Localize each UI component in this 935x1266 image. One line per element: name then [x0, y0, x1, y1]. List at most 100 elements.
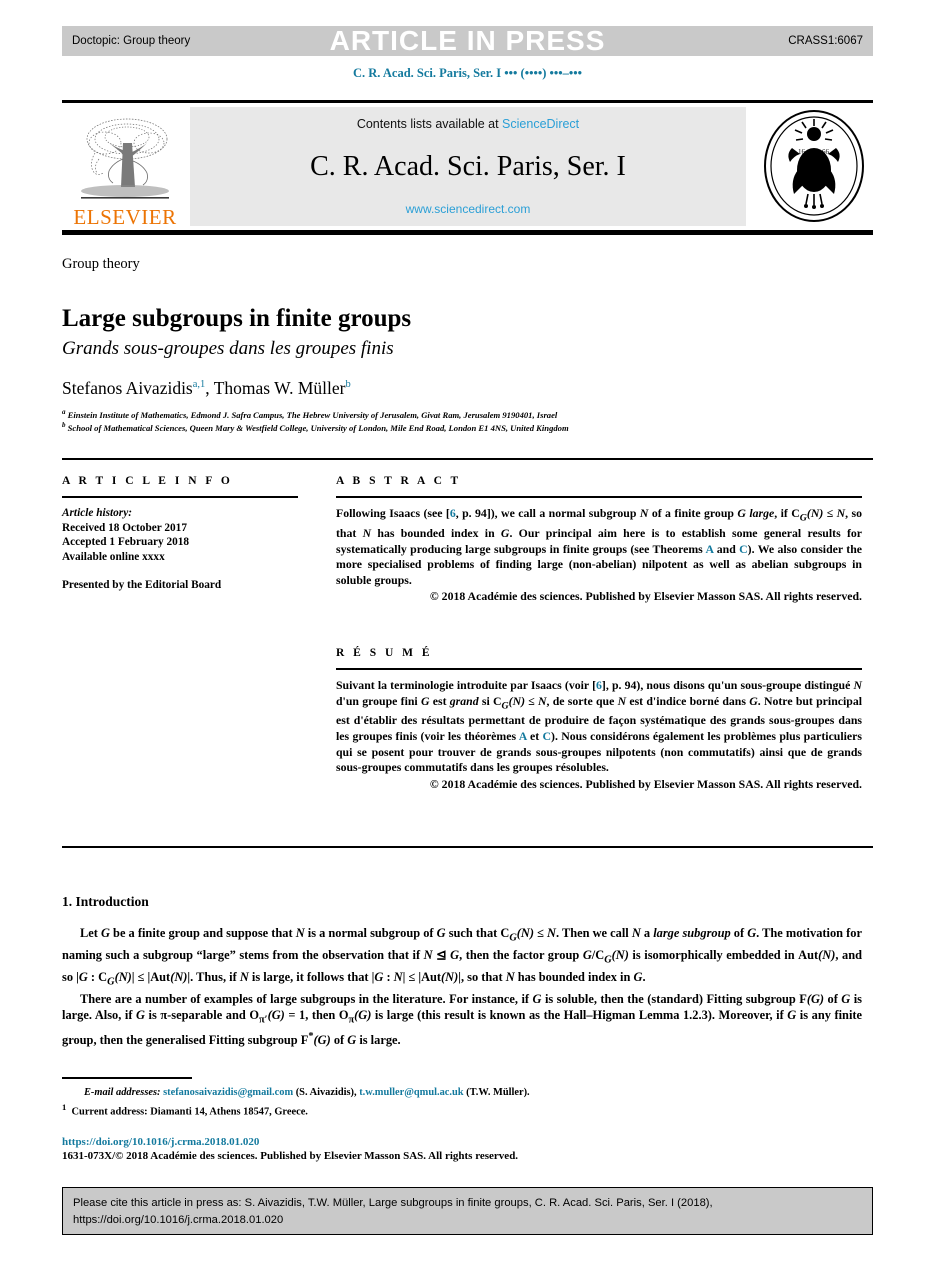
- resume-term-grand: grand: [449, 693, 479, 708]
- email-owner-2: (T.W. Müller).: [463, 1087, 530, 1098]
- journal-title: C. R. Acad. Sci. Paris, Ser. I: [310, 150, 626, 182]
- resume-frag-3: d'un groupe fini: [336, 693, 421, 708]
- article-page: Doctopic: Group theory ARTICLE IN PRESS …: [0, 0, 935, 1266]
- author-marks-1: a,1: [192, 379, 206, 391]
- article-history-block: Article history: Received 18 October 201…: [62, 506, 298, 593]
- email-addresses-label: E-mail addresses:: [84, 1087, 161, 1098]
- received-date: Received 18 October 2017: [62, 521, 187, 534]
- abstract-sym-g1: G: [737, 506, 746, 520]
- cite-line-1: Please cite this article in press as: S.…: [73, 1197, 713, 1209]
- masthead-bottom-rule: [62, 230, 873, 235]
- resume-centralizer-1: CG(N) ≤ N: [493, 693, 547, 711]
- article-info-column: A R T I C L E I N F O Article history: R…: [62, 475, 298, 593]
- introduction-body: Let G be a finite group and suppose that…: [62, 925, 862, 1048]
- issn-copyright-line: 1631-073X/© 2018 Académie des sciences. …: [62, 1150, 519, 1162]
- footnote-rule: [62, 1077, 192, 1079]
- abstract-rule: [336, 496, 862, 498]
- footnote-1: 1 Current address: Diamanti 14, Athens 1…: [62, 1100, 862, 1119]
- resume-block: R É S U M É Suivant la terminologie intr…: [336, 647, 862, 793]
- abstract-frag-2: , p. 94]), we call a normal subgroup: [455, 506, 640, 520]
- journal-masthead: ELSEVIER Contents lists available at Sci…: [62, 103, 873, 230]
- email-link-2[interactable]: t.w.muller@qmul.ac.uk: [359, 1087, 463, 1098]
- abstract-term-large: large: [749, 506, 775, 520]
- abstract-frag-5: , if: [774, 506, 792, 520]
- introduction-paragraph-2: There are a number of examples of large …: [62, 991, 863, 1048]
- article-in-press-banner: ARTICLE IN PRESS: [329, 25, 606, 56]
- abstract-centralizer-1: CG(N) ≤ N: [791, 506, 846, 524]
- abstract-sym-le: ≤: [823, 506, 837, 520]
- article-history-label: Article history:: [62, 507, 132, 519]
- resume-theoreme-a[interactable]: A: [519, 729, 527, 743]
- academie-seal: 16 66: [755, 105, 873, 227]
- resume-frag-6: , de sorte que: [546, 693, 618, 708]
- resume-sym-c-sub: G: [501, 699, 509, 711]
- doi-link[interactable]: https://doi.org/10.1016/j.crma.2018.01.0…: [62, 1136, 259, 1148]
- introduction-heading: 1. Introduction: [62, 894, 149, 909]
- info-block-top-rule: [62, 458, 873, 460]
- resume-sym-c: C: [493, 693, 502, 708]
- contents-available-line: Contents lists available at ScienceDirec…: [357, 117, 579, 131]
- author-marks-2: b: [345, 379, 351, 391]
- abstract-column: A B S T R A C T Following Isaacs (see [6…: [336, 475, 862, 792]
- article-info-rule: [62, 496, 298, 498]
- author-name-1[interactable]: Stefanos Aivazidis: [62, 378, 193, 398]
- sciencedirect-link[interactable]: ScienceDirect: [502, 117, 579, 131]
- svg-text:16: 16: [798, 148, 806, 156]
- resume-sym-c-arg: (N): [508, 693, 526, 708]
- resume-sym-g2: G: [749, 693, 758, 708]
- elsevier-logo: ELSEVIER: [64, 105, 186, 228]
- resume-frag-4: est: [429, 693, 450, 708]
- elsevier-wordmark: ELSEVIER: [73, 205, 177, 229]
- contents-prefix: Contents lists available at: [356, 117, 503, 131]
- email-link-1[interactable]: stefanosaivazidis@gmail.com: [163, 1087, 293, 1098]
- resume-text: Suivant la terminologie introduite par I…: [336, 678, 862, 776]
- abstract-sym-n2: N: [836, 506, 846, 520]
- affiliation-text-b: School of Mathematical Sciences, Queen M…: [67, 422, 569, 433]
- elsevier-tree-icon: [81, 118, 169, 199]
- author-list: Stefanos Aivazidisa,1, Thomas W. Müllerb: [62, 378, 351, 399]
- abstract-sym-n3: N: [362, 525, 372, 540]
- sciencedirect-url[interactable]: www.sciencedirect.com: [406, 202, 531, 216]
- abstract-copyright: © 2018 Académie des sciences. Published …: [429, 589, 862, 604]
- introduction-paragraph-1: Let G be a finite group and suppose that…: [62, 926, 862, 988]
- abstract-heading: A B S T R A C T: [336, 475, 462, 487]
- journal-reference-line: C. R. Acad. Sci. Paris, Ser. I ••• (••••…: [353, 66, 582, 80]
- resume-copyright: © 2018 Académie des sciences. Published …: [429, 776, 862, 791]
- author-separator: ,: [205, 378, 214, 398]
- resume-frag-2: ], p. 94), nous disons qu'un sous-groupe…: [601, 677, 854, 692]
- cite-line-2[interactable]: https://doi.org/10.1016/j.crma.2018.01.0…: [73, 1212, 862, 1229]
- resume-sym-le: ≤: [525, 693, 539, 708]
- abstract-sym-c-sub: G: [799, 512, 807, 524]
- affiliation-a: a Einstein Institute of Mathematics, Edm…: [62, 408, 862, 420]
- resume-theoreme-c[interactable]: C: [542, 729, 551, 743]
- academie-des-sciences-seal-icon: 16 66: [764, 110, 864, 222]
- abstract-frag-7: has bounded index in: [371, 525, 501, 540]
- resume-sym-n3: N: [617, 693, 627, 708]
- article-subtitle-french: Grands sous-groupes dans les groupes fin…: [62, 338, 394, 359]
- resume-rule: [336, 667, 862, 670]
- affiliation-b: b School of Mathematical Sciences, Queen…: [62, 421, 862, 433]
- footnote-1-mark: 1: [62, 1102, 67, 1112]
- email-footnote: E-mail addresses: stefanosaivazidis@gmai…: [62, 1086, 862, 1100]
- affiliation-mark-b: b: [62, 421, 66, 429]
- svg-text:66: 66: [822, 148, 830, 156]
- available-online-date: Available online xxxx: [62, 550, 165, 563]
- presented-by-line: Presented by the Editorial Board: [62, 579, 222, 591]
- abstract-frag-9: and: [713, 541, 740, 556]
- info-block-bottom-rule: [62, 846, 873, 848]
- footnotes-block: E-mail addresses: stefanosaivazidis@gmai…: [62, 1086, 862, 1119]
- email-owner-1: (S. Aivazidis),: [293, 1087, 360, 1098]
- accepted-date: Accepted 1 February 2018: [62, 536, 190, 548]
- crass-id-label: CRASS1:6067: [788, 35, 863, 47]
- page-title: Large subgroups in finite groups: [62, 304, 412, 332]
- abstract-text: Following Isaacs (see [6, p. 94]), we ca…: [336, 506, 862, 588]
- abstract-sym-c: C: [791, 506, 800, 520]
- resume-frag-7: est d'indice borné dans: [626, 693, 750, 708]
- abstract-theorem-c[interactable]: C: [739, 542, 748, 556]
- resume-frag-1: Suivant la terminologie introduite par I…: [336, 677, 596, 692]
- abstract-sym-c-arg: (N): [806, 506, 824, 520]
- author-name-2[interactable]: Thomas W. Müller: [214, 378, 346, 398]
- affiliation-text-a: Einstein Institute of Mathematics, Edmon…: [67, 409, 558, 420]
- resume-sym-n2: N: [538, 693, 547, 708]
